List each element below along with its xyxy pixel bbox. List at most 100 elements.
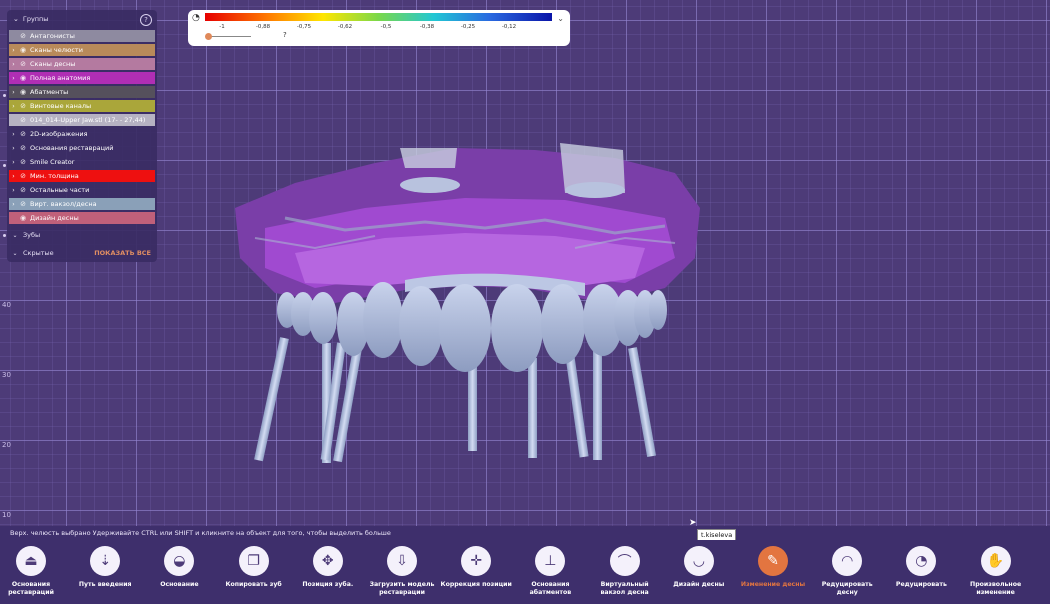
ruler-label: 10 — [2, 511, 11, 519]
eye-off-icon[interactable]: ⊘ — [18, 102, 28, 110]
gingiva-design-icon: ◡ — [683, 546, 714, 576]
tool-button[interactable]: ⌒ Виртуальный вакзол десна — [588, 546, 662, 604]
groups-header[interactable]: ⌄ Группы — [7, 10, 157, 28]
tool-button[interactable]: ◠ Редуцировать десну — [810, 546, 884, 604]
tool-button[interactable]: ◒ Основание — [142, 546, 216, 604]
eye-icon[interactable]: ◉ — [18, 88, 28, 96]
chevron-right-icon[interactable]: › — [9, 173, 18, 180]
chevron-right-icon[interactable]: › — [9, 89, 18, 96]
group-row[interactable]: › ⊘ 2D-изображения — [9, 128, 155, 140]
group-row[interactable]: ◉ Дизайн десны — [9, 212, 155, 224]
tool-button[interactable]: ❐ Копировать зуб — [217, 546, 291, 604]
eye-off-icon[interactable]: ⊘ — [18, 130, 28, 138]
deviation-color-scale: ◔ -1 -0,88 -0,75 -0,62 -0,5 -0,38 -0,25 -0,12 ⌄… — [188, 10, 570, 46]
eye-off-icon[interactable]: ⊘ — [18, 158, 28, 166]
color-scale-tick: -0,5 — [380, 24, 392, 30]
tool-label: Копировать зуб — [225, 581, 282, 588]
tool-button[interactable]: ⊥ Основания абатментов — [513, 546, 587, 604]
chevron-down-icon[interactable]: ⌄ — [557, 14, 564, 23]
chevron-right-icon[interactable]: › — [9, 187, 18, 194]
chevron-right-icon[interactable]: › — [9, 103, 18, 110]
group-row[interactable]: › ⊘ Основания реставраций — [9, 142, 155, 154]
scale-settings-icon[interactable]: ◔ — [192, 13, 200, 23]
color-scale-tick: -0,12 — [501, 24, 517, 30]
show-all-button[interactable]: ПОКАЗАТЬ ВСЕ — [94, 249, 151, 257]
group-row-label: Антагонисты — [30, 32, 75, 40]
help-icon[interactable]: ? — [140, 14, 152, 26]
tool-label: Коррекция позиции — [440, 581, 512, 588]
group-row[interactable]: › ⊘ Остальные части — [9, 184, 155, 196]
chevron-right-icon[interactable]: › — [9, 61, 18, 68]
color-scale-tick: -0,75 — [296, 24, 312, 30]
color-scale-tick: -0,62 — [337, 24, 353, 30]
group-teeth[interactable]: ⌄ Зубы — [7, 228, 157, 242]
tool-label: Виртуальный вакзол десна — [600, 581, 649, 596]
group-row[interactable]: ⊘ Антагонисты — [9, 30, 155, 42]
eye-icon[interactable]: ◉ — [18, 214, 28, 222]
group-row[interactable]: › ⊘ Вирт. вакзол/десна — [9, 198, 155, 210]
group-row[interactable]: › ◉ Сканы челюсти — [9, 44, 155, 56]
group-row[interactable]: › ⊘ Сканы десны — [9, 58, 155, 70]
eye-off-icon[interactable]: ⊘ — [18, 172, 28, 180]
group-row-label: Винтовые каналы — [30, 102, 92, 110]
eye-off-icon[interactable]: ⊘ — [18, 186, 28, 194]
eye-off-icon[interactable]: ⊘ — [18, 60, 28, 68]
chevron-right-icon[interactable]: › — [9, 47, 18, 54]
eye-off-icon[interactable]: ⊘ — [18, 200, 28, 208]
ruler-marker — [3, 234, 6, 237]
chevron-right-icon[interactable]: › — [9, 75, 18, 82]
group-row-label: Smile Creator — [30, 158, 75, 166]
eye-off-icon[interactable]: ⊘ — [18, 116, 28, 124]
tool-label: Позиция зуба. — [302, 581, 354, 588]
group-row-label: Остальные части — [30, 186, 90, 194]
eye-off-icon[interactable]: ⊘ — [18, 144, 28, 152]
tool-button[interactable]: ⇩ Загрузить модель реставрации — [365, 546, 439, 604]
tool-button[interactable]: ◔ Редуцировать — [884, 546, 958, 604]
group-row-label: Вирт. вакзол/десна — [30, 200, 97, 208]
dental-model[interactable] — [225, 138, 715, 474]
virtual-gingiva-icon: ⌒ — [609, 546, 640, 576]
status-text: Верх. челюсть выбрано Удерживайте CTRL и… — [10, 529, 391, 537]
chevron-down-icon: ⌄ — [13, 15, 19, 23]
chevron-down-icon: ⌄ — [12, 249, 18, 257]
tooth-position-icon: ✥ — [312, 546, 343, 576]
color-scale-tick: -0,25 — [460, 24, 476, 30]
tool-button[interactable]: ✛ Коррекция позиции — [439, 546, 513, 604]
tool-label: Произвольное изменение — [970, 581, 1022, 596]
tool-label: Дизайн десны — [673, 581, 725, 588]
group-hidden[interactable]: ⌄ Скрытые ПОКАЗАТЬ ВСЕ — [7, 246, 157, 260]
chevron-right-icon[interactable]: › — [9, 145, 18, 152]
tool-button[interactable]: ✥ Позиция зуба. — [291, 546, 365, 604]
tool-label: Редуцировать десну — [821, 581, 873, 596]
group-row-label: Полная анатомия — [30, 74, 91, 82]
reduce-icon: ◔ — [906, 546, 937, 576]
tool-button[interactable]: ◡ Дизайн десны — [662, 546, 736, 604]
group-row[interactable]: › ⊘ Smile Creator — [9, 156, 155, 168]
3d-viewport[interactable]: 40 30 20 10 — [0, 0, 1050, 526]
group-row[interactable]: › ⊘ Мин. толщина — [9, 170, 155, 182]
group-row[interactable]: › ◉ Полная анатомия — [9, 72, 155, 84]
tool-button[interactable]: ⇣ Путь введения — [68, 546, 142, 604]
eye-icon[interactable]: ◉ — [18, 74, 28, 82]
group-row-label: Сканы челюсти — [30, 46, 83, 54]
eye-off-icon[interactable]: ⊘ — [18, 32, 28, 40]
threshold-slider-handle[interactable] — [205, 33, 212, 40]
eye-icon[interactable]: ◉ — [18, 46, 28, 54]
tool-button[interactable]: ✎ Изменение десны — [736, 546, 810, 604]
tool-button[interactable]: ✋ Произвольное изменение — [959, 546, 1033, 604]
threshold-slider-track[interactable] — [211, 36, 251, 37]
group-row[interactable]: › ⊘ Винтовые каналы — [9, 100, 155, 112]
color-scale-tick: -0,38 — [419, 24, 435, 30]
tool-button[interactable]: ⏏ Основания реставраций — [0, 546, 68, 604]
chevron-right-icon[interactable]: › — [9, 201, 18, 208]
group-row[interactable]: › ◉ Абатменты — [9, 86, 155, 98]
chevron-right-icon[interactable]: › — [9, 131, 18, 138]
group-row-label: Основания реставраций — [30, 144, 114, 152]
color-scale-tick: -0,88 — [255, 24, 271, 30]
freeform-icon: ✋ — [980, 546, 1011, 576]
group-row[interactable]: ⊘ 014_014-Upper Jaw.stl (17- - 27,44) — [9, 114, 155, 126]
group-row-label: 2D-изображения — [30, 130, 88, 138]
chevron-right-icon[interactable]: › — [9, 159, 18, 166]
group-row-label: Дизайн десны — [30, 214, 79, 222]
status-bar: Верх. челюсть выбрано Удерживайте CTRL и… — [0, 526, 1050, 540]
